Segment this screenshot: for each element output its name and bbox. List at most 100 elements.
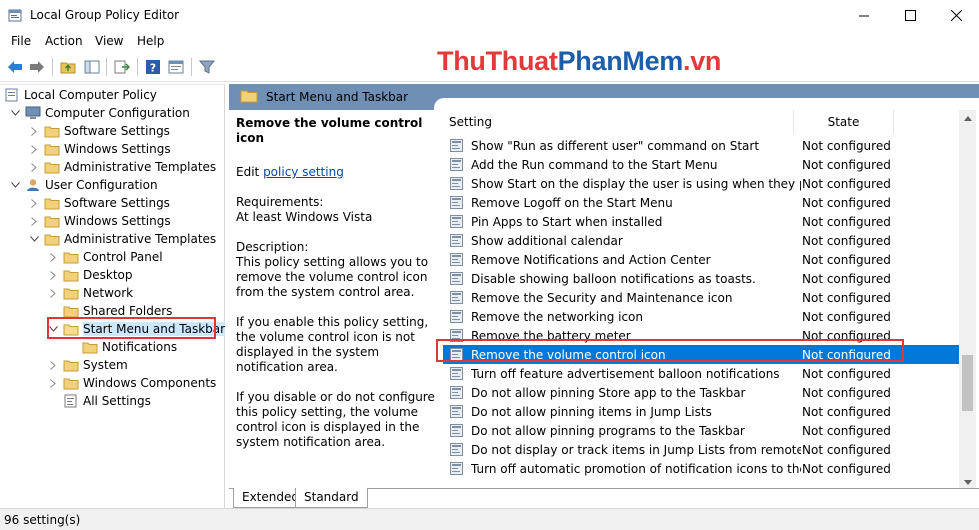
setting-name: Add the Run command to the Start Menu	[471, 157, 718, 172]
table-row[interactable]: Remove Logoff on the Start Menu Not confi…	[443, 193, 959, 212]
table-row[interactable]: Remove Notifications and Action Center No…	[443, 250, 959, 269]
title-bar: Local Group Policy Editor	[0, 0, 979, 31]
maximize-button[interactable]	[887, 0, 933, 31]
folder-icon	[44, 142, 60, 156]
expander-closed-icon[interactable]	[47, 251, 59, 263]
tree-node[interactable]: Computer Configuration	[9, 104, 190, 122]
expander-open-icon[interactable]	[28, 233, 40, 245]
table-row[interactable]: Pin Apps to Start when installed Not conf…	[443, 212, 959, 231]
up-folder-icon[interactable]	[57, 57, 79, 77]
menu-file[interactable]: File	[11, 34, 31, 48]
policy-editor-icon	[8, 8, 23, 23]
scroll-thumb[interactable]	[962, 355, 973, 411]
tree-node[interactable]: Administrative Templates	[28, 158, 216, 176]
panel-title: Start Menu and Taskbar	[266, 90, 409, 104]
expander-closed-icon[interactable]	[28, 161, 40, 173]
policy-setting-icon	[450, 290, 464, 305]
table-row[interactable]: Do not allow pinning Store app to the Ta…	[443, 383, 959, 402]
tree-node[interactable]: System	[47, 356, 128, 374]
tree-highlight-box	[47, 317, 216, 339]
setting-name: Show additional calendar	[471, 233, 623, 248]
close-button[interactable]	[933, 0, 979, 31]
expander-closed-icon[interactable]	[47, 269, 59, 281]
policy-setting-link[interactable]: policy setting	[263, 165, 344, 179]
tree-node[interactable]: Control Panel	[47, 248, 163, 266]
export-list-icon[interactable]	[111, 57, 133, 77]
computer-icon	[25, 106, 41, 120]
enabled-text: If you enable this policy setting, the v…	[236, 315, 429, 374]
policy-setting-icon	[450, 176, 464, 191]
row-highlight-box	[436, 339, 904, 362]
setting-name: Do not allow pinning items in Jump Lists	[471, 404, 712, 419]
tree-node-label: All Settings	[83, 394, 151, 408]
folder-icon	[44, 124, 60, 138]
setting-name: Show Start on the display the user is us…	[471, 176, 801, 191]
menu-action[interactable]: Action	[45, 34, 83, 48]
show-hide-tree-icon[interactable]	[81, 57, 103, 77]
table-row[interactable]: Turn off feature advertisement balloon n…	[443, 364, 959, 383]
table-row[interactable]: Show "Run as different user" command on …	[443, 136, 959, 155]
column-setting[interactable]: Setting	[443, 110, 794, 134]
tree-node[interactable]: Windows Components	[47, 374, 216, 392]
filter-icon[interactable]	[196, 57, 218, 77]
forward-icon[interactable]	[26, 57, 48, 77]
table-row[interactable]: Show Start on the display the user is us…	[443, 174, 959, 193]
expander-open-icon[interactable]	[9, 107, 21, 119]
list-header: Setting State	[443, 110, 959, 134]
policy-setting-icon	[450, 195, 464, 210]
tree-node-label: Desktop	[83, 268, 133, 282]
settings-rows: Show "Run as different user" command on …	[443, 136, 959, 491]
tree-node-label: Administrative Templates	[64, 232, 217, 246]
properties-icon[interactable]	[165, 57, 187, 77]
tree-node[interactable]: Software Settings	[28, 122, 170, 140]
menu-help[interactable]: Help	[137, 34, 164, 48]
back-icon[interactable]	[4, 57, 26, 77]
tree-node-label: Windows Settings	[64, 142, 171, 156]
tree-node[interactable]: Desktop	[47, 266, 133, 284]
setting-state: Not configured	[802, 157, 891, 172]
window-title: Local Group Policy Editor	[30, 8, 180, 22]
tree-node[interactable]: Windows Settings	[28, 140, 171, 158]
expander-closed-icon[interactable]	[47, 377, 59, 389]
policy-setting-icon	[450, 157, 464, 172]
table-row[interactable]: Turn off automatic promotion of notifica…	[443, 459, 959, 478]
setting-state: Not configured	[802, 176, 891, 191]
menu-view[interactable]: View	[95, 34, 123, 48]
expander-open-icon[interactable]	[9, 179, 21, 191]
table-row[interactable]: Do not allow pinning programs to the Tas…	[443, 421, 959, 440]
settings-list: Setting State Show "Run as different use…	[443, 110, 979, 491]
expander-closed-icon[interactable]	[28, 143, 40, 155]
policy-setting-icon	[450, 252, 464, 267]
expander-closed-icon[interactable]	[28, 125, 40, 137]
table-row[interactable]: Show additional calendar Not configured	[443, 231, 959, 250]
minimize-button[interactable]	[841, 0, 887, 31]
tree-node[interactable]: Local Computer Policy	[4, 86, 157, 104]
expander-closed-icon[interactable]	[47, 287, 59, 299]
setting-state: Not configured	[802, 423, 891, 438]
expander-closed-icon[interactable]	[28, 197, 40, 209]
table-row[interactable]: Remove the Security and Maintenance icon…	[443, 288, 959, 307]
column-state[interactable]: State	[794, 110, 894, 134]
setting-state: Not configured	[802, 442, 891, 457]
table-row[interactable]: Add the Run command to the Start Menu Not…	[443, 155, 959, 174]
tree-node[interactable]: Network	[47, 284, 133, 302]
table-row[interactable]: Do not allow pinning items in Jump Lists…	[443, 402, 959, 421]
tree-node[interactable]: All Settings	[47, 392, 151, 410]
expander-closed-icon[interactable]	[28, 215, 40, 227]
tree-node[interactable]: Administrative Templates	[28, 230, 216, 248]
tab-standard[interactable]: Standard	[295, 488, 368, 508]
tree-node[interactable]: Notifications	[66, 338, 177, 356]
table-row[interactable]: Disable showing balloon notifications as…	[443, 269, 959, 288]
tree-node-label: Software Settings	[64, 196, 170, 210]
tree-node[interactable]: User Configuration	[9, 176, 158, 194]
tree-node[interactable]: Software Settings	[28, 194, 170, 212]
tree-node-label: Software Settings	[64, 124, 170, 138]
expander-closed-icon[interactable]	[47, 359, 59, 371]
status-text: 96 setting(s)	[4, 513, 81, 527]
help-icon[interactable]: ?	[142, 57, 164, 77]
vertical-scrollbar[interactable]	[959, 110, 976, 491]
scroll-up-icon[interactable]	[959, 110, 976, 127]
table-row[interactable]: Remove the networking icon Not configured	[443, 307, 959, 326]
table-row[interactable]: Do not display or track items in Jump Li…	[443, 440, 959, 459]
tree-node[interactable]: Windows Settings	[28, 212, 171, 230]
